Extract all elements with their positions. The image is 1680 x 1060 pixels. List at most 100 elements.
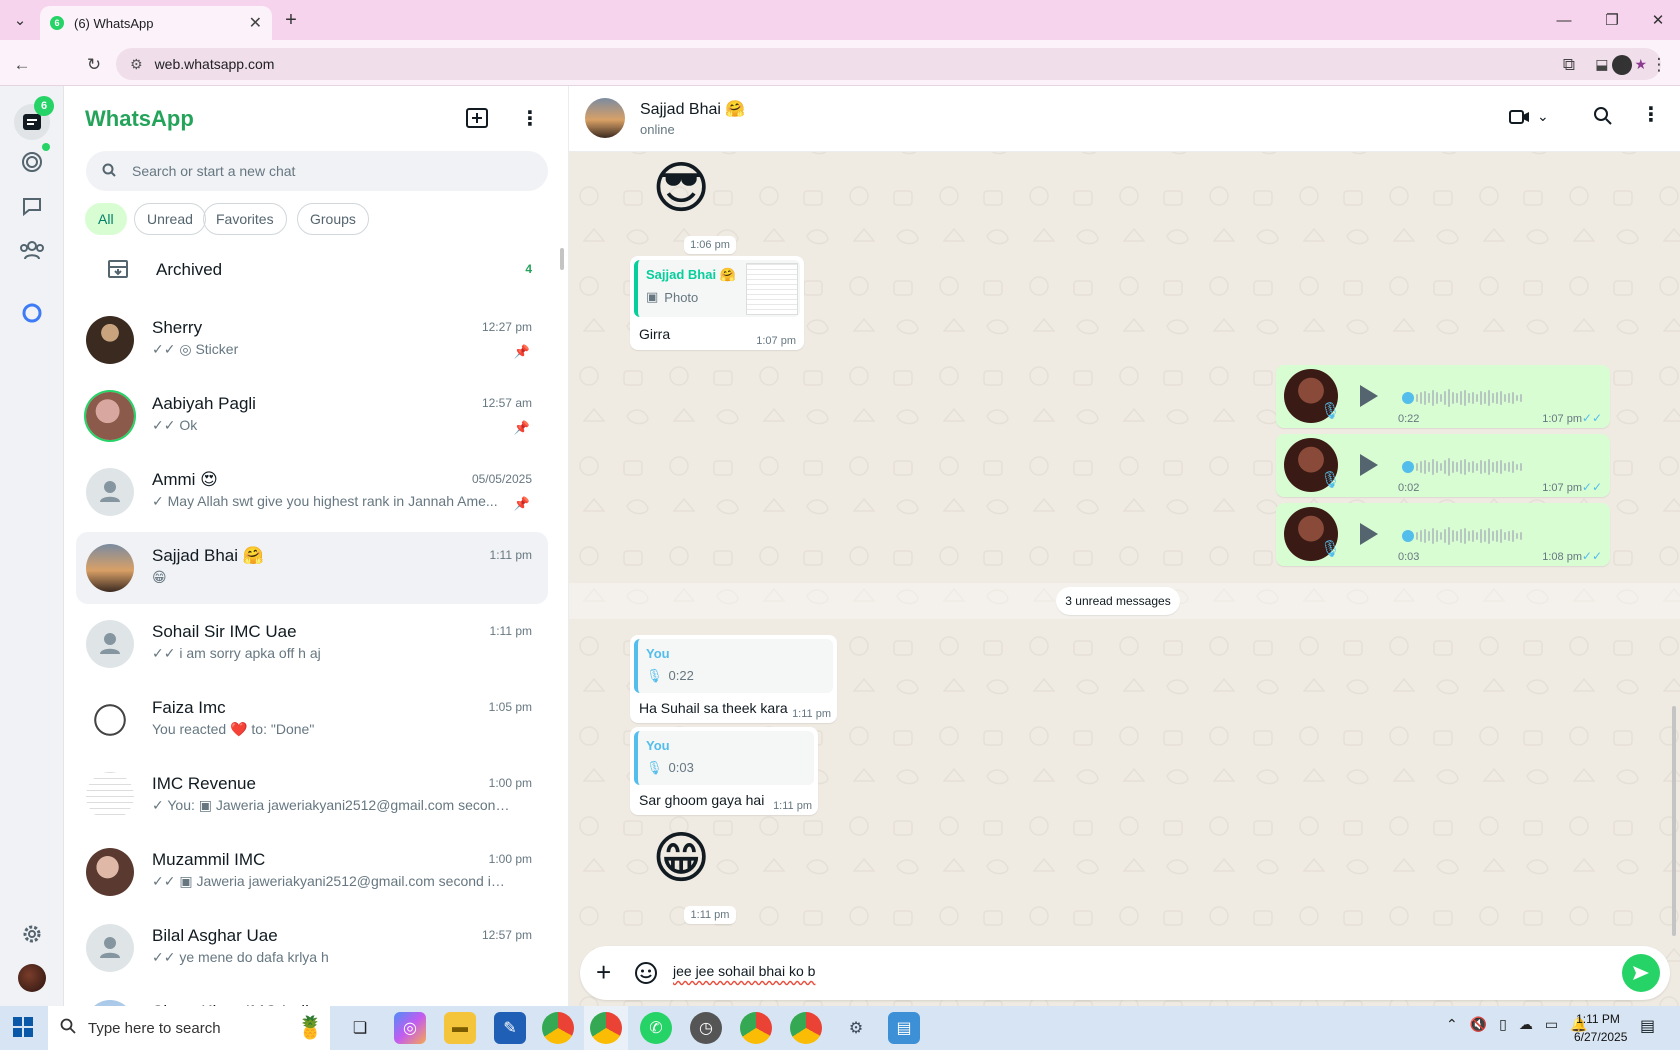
voice-note-bubble[interactable]: 🎙 0:02 1:07 pm ✓✓: [1276, 434, 1610, 497]
playback-scrubber[interactable]: [1402, 461, 1414, 473]
send-button[interactable]: [1622, 954, 1660, 992]
default-person-icon: [100, 481, 120, 502]
taskbar-clock[interactable]: 1:11 PM 6/27/2025: [1574, 1010, 1627, 1046]
playback-scrubber[interactable]: [1402, 392, 1414, 404]
taskbar-search-box[interactable]: Type here to search 🍍: [48, 1006, 330, 1050]
profile-avatar[interactable]: [18, 964, 46, 992]
weather-icon[interactable]: ☁: [1519, 1016, 1533, 1033]
chat-menu-icon[interactable]: ⋮: [1641, 102, 1661, 127]
archive-icon: [108, 260, 128, 283]
tab-search-icon[interactable]: ⌄: [8, 8, 32, 32]
new-chat-icon[interactable]: [466, 108, 490, 130]
chat-row[interactable]: Muzammil IMC 1:00 pm ✓✓ ▣ Jaweria jaweriak…: [76, 836, 548, 908]
chat-list-scrollbar[interactable]: [560, 248, 564, 270]
settings-gear-icon[interactable]: [18, 920, 46, 948]
reload-icon[interactable]: ↻: [81, 52, 107, 78]
chrome-icon-active[interactable]: [590, 1012, 622, 1044]
chrome-icon-1[interactable]: [542, 1012, 574, 1044]
archived-row[interactable]: Archived 4: [76, 250, 548, 290]
volume-muted-icon[interactable]: 🔇: [1470, 1016, 1487, 1033]
chat-header[interactable]: Sajjad Bhai 🤗 online ⌄ ⋮: [569, 86, 1680, 152]
browser-tab[interactable]: 6 (6) WhatsApp ✕: [40, 6, 272, 40]
notepad-app-icon[interactable]: ▤: [888, 1012, 920, 1044]
restore-icon[interactable]: ❐: [1600, 8, 1624, 32]
chat-name: Ammi 😍: [152, 470, 218, 489]
network-icon[interactable]: ▭: [1545, 1016, 1558, 1033]
close-window-icon[interactable]: ✕: [1646, 8, 1670, 32]
pin-icon: 📌: [513, 420, 530, 435]
file-explorer-icon[interactable]: ▬: [444, 1012, 476, 1044]
communities-icon[interactable]: [18, 236, 46, 264]
whatsapp-taskbar-icon[interactable]: ✆: [640, 1012, 672, 1044]
windows-start-icon[interactable]: [12, 1016, 34, 1043]
sticker-emoji-icon[interactable]: [634, 961, 658, 990]
install-app-icon[interactable]: ⬓: [1595, 56, 1608, 73]
chrome-icon-3[interactable]: [790, 1012, 822, 1044]
attach-plus-icon[interactable]: +: [596, 959, 611, 985]
back-icon[interactable]: ←: [9, 52, 35, 78]
voice-note-bubble[interactable]: 🎙 0:22 1:07 pm ✓✓: [1276, 365, 1610, 428]
channels-icon[interactable]: [18, 192, 46, 220]
chat-row[interactable]: IMC Revenue 1:00 pm ✓ You: ▣ Jaweria jawer…: [76, 760, 548, 832]
search-input[interactable]: Search or start a new chat: [86, 151, 548, 191]
playback-scrubber[interactable]: [1402, 530, 1414, 542]
chat-time: 1:11 pm: [489, 624, 532, 638]
pinned-app-icon[interactable]: ✎: [494, 1012, 526, 1044]
incoming-message-1[interactable]: You 🎙 0:22 Ha Suhail sa theek kara 1:11 …: [630, 635, 837, 723]
url-bar[interactable]: ⚙ web.whatsapp.com ⬓ ★: [116, 48, 1661, 80]
filter-groups[interactable]: Groups: [297, 203, 369, 235]
profile-icon[interactable]: [1609, 52, 1635, 78]
filter-favorites[interactable]: Favorites: [203, 203, 287, 235]
action-center-icon[interactable]: ▤: [1640, 1016, 1655, 1036]
chrome-icon-2[interactable]: [740, 1012, 772, 1044]
chat-row[interactable]: Bilal Asghar Uae 12:57 pm ✓✓ ye mene do da…: [76, 912, 548, 984]
emoji-message-sunglasses: 😎: [652, 156, 711, 219]
battery-icon[interactable]: ▯: [1499, 1016, 1507, 1033]
play-icon[interactable]: [1360, 454, 1378, 476]
quoted-voice-note-1[interactable]: You 🎙 0:22: [634, 639, 833, 693]
settings-app-icon[interactable]: ⚙: [840, 1012, 872, 1044]
browser-menu-icon[interactable]: ⋮: [1646, 52, 1672, 78]
filter-all[interactable]: All: [85, 203, 127, 235]
meta-ai-icon[interactable]: [18, 299, 46, 327]
chat-avatar: [86, 620, 134, 668]
message-input[interactable]: jee jee sohail bhai ko b: [673, 963, 815, 979]
chat-time: 1:05 pm: [488, 700, 532, 714]
voice-note-bubble[interactable]: 🎙 0:03 1:08 pm ✓✓: [1276, 503, 1610, 566]
chat-row[interactable]: Sherry 12:27 pm ✓✓ ◎ Sticker 📌: [76, 304, 548, 376]
status-icon[interactable]: [18, 148, 46, 176]
incoming-message-2[interactable]: You 🎙 0:03 Sar ghoom gaya hai 1:11 pm: [630, 727, 818, 815]
clock-app-icon[interactable]: ◷: [690, 1012, 722, 1044]
chat-time: 1:11 pm: [489, 548, 532, 562]
chat-row[interactable]: Faiza Imc 1:05 pm You reacted ❤️ to: "Done…: [76, 684, 548, 756]
quoted-voice-note-2[interactable]: You 🎙 0:03: [634, 731, 814, 785]
contact-avatar[interactable]: [585, 98, 625, 138]
app-title: WhatsApp: [85, 106, 194, 131]
sidebar-menu-icon[interactable]: ⋮: [520, 106, 540, 131]
chat-row[interactable]: Sohail Sir IMC Uae 1:11 pm ✓✓ i am sorry a…: [76, 608, 548, 680]
reply-message-bubble[interactable]: Sajjad Bhai 🤗 ▣ Photo Girra 1:07 pm: [630, 256, 804, 350]
chat-row[interactable]: Sajjad Bhai 🤗 1:11 pm 😁: [76, 532, 548, 604]
play-icon[interactable]: [1360, 523, 1378, 545]
contact-name: Sajjad Bhai 🤗: [640, 101, 746, 118]
task-view-icon[interactable]: ❏: [344, 1012, 376, 1044]
new-tab-icon[interactable]: +: [279, 8, 303, 32]
play-icon[interactable]: [1360, 385, 1378, 407]
site-info-icon[interactable]: ⚙: [130, 56, 143, 73]
close-tab-icon[interactable]: ✕: [249, 13, 262, 33]
copilot-icon[interactable]: ◎: [394, 1012, 426, 1044]
filter-unread[interactable]: Unread: [134, 203, 206, 235]
quoted-photo-thumbnail: [746, 263, 798, 315]
chat-row[interactable]: Ammi 😍 05/05/2025 ✓ May Allah swt give you…: [76, 456, 548, 528]
chat-scrollbar[interactable]: [1672, 706, 1676, 936]
extensions-icon[interactable]: ⧉: [1556, 52, 1582, 78]
chat-preview: 😁: [152, 569, 167, 585]
microphone-icon: 🎙: [646, 668, 663, 683]
quoted-photo[interactable]: Sajjad Bhai 🤗 ▣ Photo: [634, 260, 800, 317]
video-call-button[interactable]: ⌄: [1509, 108, 1549, 125]
chat-search-icon[interactable]: [1593, 106, 1613, 131]
tray-overflow-icon[interactable]: ⌃: [1446, 1016, 1458, 1033]
minimize-icon[interactable]: —: [1552, 8, 1576, 32]
quoted-duration-2: 0:03: [668, 760, 694, 775]
chat-row[interactable]: Aabiyah Pagli 12:57 am ✓✓ Ok 📌: [76, 380, 548, 452]
